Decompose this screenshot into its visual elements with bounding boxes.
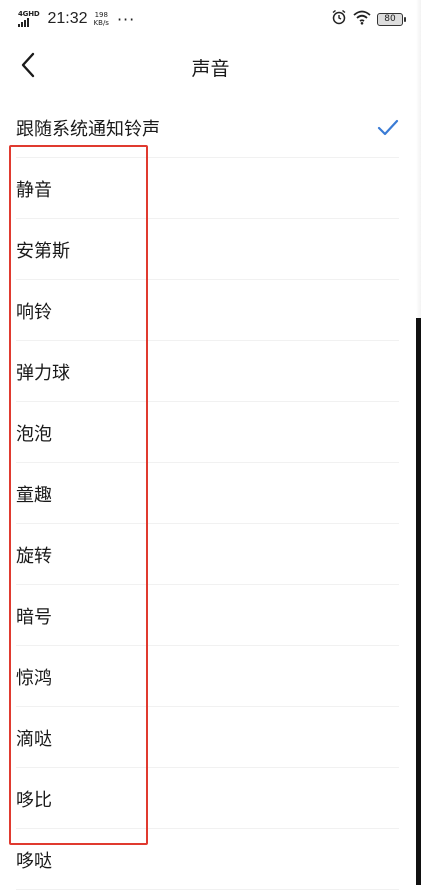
more-notifications-icon: ···	[116, 9, 136, 29]
sound-item-signal[interactable]: 暗号	[0, 585, 421, 646]
sound-item-label: 童趣	[16, 484, 52, 506]
status-bar: 4GHD 21:32 198 KB/s ··· 80	[0, 0, 421, 38]
sound-item-duobi[interactable]: 哆比	[0, 768, 421, 829]
sound-item-label: 泡泡	[16, 423, 52, 445]
sound-item-bubbles[interactable]: 泡泡	[0, 402, 421, 463]
wifi-icon	[353, 10, 371, 29]
nav-bar: 声音	[0, 38, 421, 96]
net-speed-unit: KB/s	[93, 19, 109, 27]
edge-shadow	[416, 0, 421, 318]
edge-strip	[416, 318, 421, 885]
sound-item-label: 静音	[16, 179, 52, 201]
status-time: 21:32	[47, 10, 88, 27]
sound-item-label: 暗号	[16, 606, 52, 628]
sound-item-bounce-ball[interactable]: 弹力球	[0, 341, 421, 402]
sound-item-label: 旋转	[16, 545, 52, 567]
sound-item-startle[interactable]: 惊鸿	[0, 646, 421, 707]
alarm-icon	[331, 9, 347, 29]
page-title: 声音	[191, 57, 230, 80]
sound-item-duoda[interactable]: 哆哒	[0, 829, 421, 890]
sound-item-label: 弹力球	[16, 362, 70, 384]
sound-item-childlike[interactable]: 童趣	[0, 463, 421, 524]
network-type: 4GHD	[18, 10, 40, 18]
status-right: 80	[331, 9, 406, 29]
sound-item-label: 安第斯	[16, 240, 70, 262]
sound-item-andes[interactable]: 安第斯	[0, 219, 421, 280]
sound-item-silent[interactable]: 静音	[0, 158, 421, 219]
sound-item-label: 惊鸿	[16, 667, 52, 689]
battery-icon: 80	[377, 12, 406, 26]
signal-icon: 4GHD	[18, 11, 40, 27]
sound-item-drip[interactable]: 滴哒	[0, 707, 421, 768]
status-left: 4GHD 21:32 198 KB/s ···	[18, 10, 135, 29]
sound-item-spin[interactable]: 旋转	[0, 524, 421, 585]
sound-item-label: 哆哒	[16, 850, 52, 872]
sound-item-label: 响铃	[16, 301, 52, 323]
sound-item-label: 哆比	[16, 789, 52, 811]
sound-item-label: 滴哒	[16, 728, 52, 750]
chevron-left-icon	[20, 52, 36, 82]
back-button[interactable]	[12, 50, 44, 84]
sound-item-ring[interactable]: 响铃	[0, 280, 421, 341]
sound-item-label: 跟随系统通知铃声	[16, 118, 160, 140]
check-icon	[377, 117, 399, 139]
sound-item-follow-system[interactable]: 跟随系统通知铃声	[0, 97, 421, 158]
net-speed-value: 198	[94, 11, 108, 19]
net-speed: 198 KB/s	[94, 11, 109, 27]
sound-list: 跟随系统通知铃声 静音 安第斯 响铃 弹力球 泡泡 童趣 旋转 暗号 惊鸿 滴哒…	[0, 97, 421, 890]
